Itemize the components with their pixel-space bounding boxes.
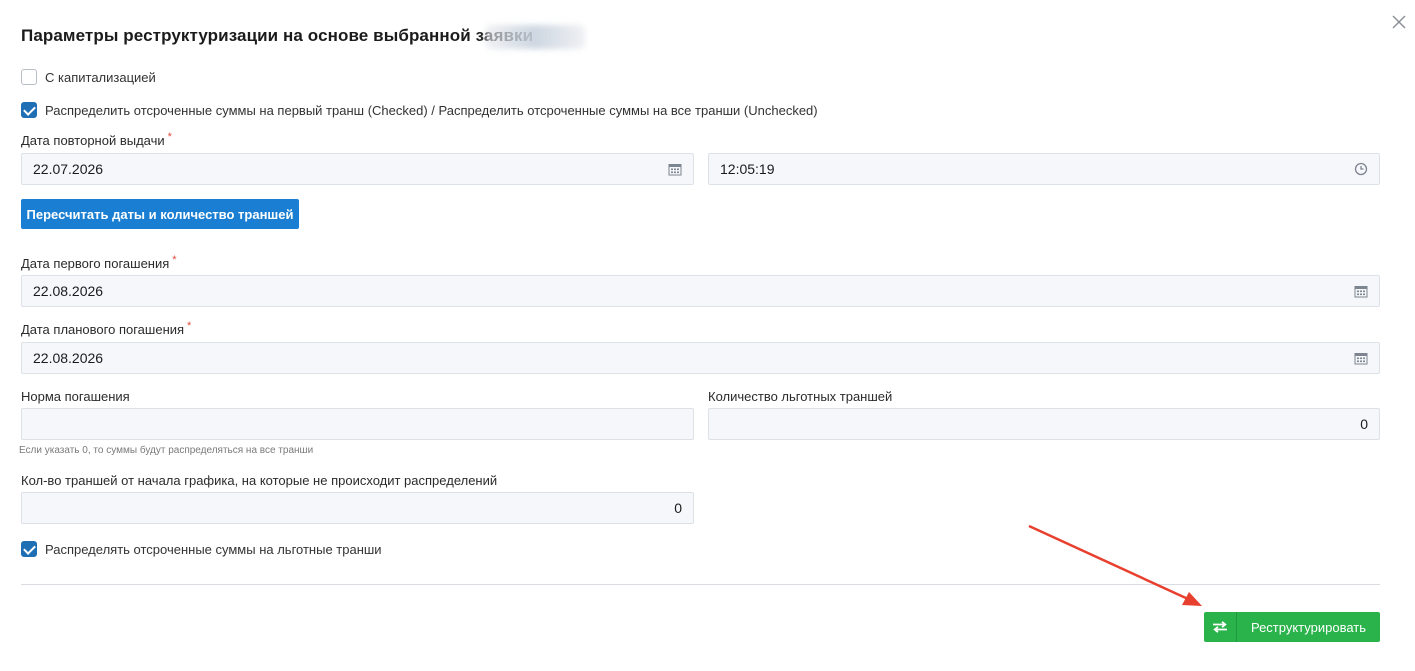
planned-payment-date-value: 22.08.2026 xyxy=(33,350,104,366)
calendar-icon[interactable] xyxy=(1354,351,1368,365)
planned-payment-label: Дата планового погашения * xyxy=(21,320,192,337)
first-payment-date-value: 22.08.2026 xyxy=(33,283,104,299)
reissue-date-label: Дата повторной выдачи * xyxy=(21,131,172,148)
repayment-rate-input[interactable] xyxy=(21,408,694,440)
redacted-application-id xyxy=(485,25,585,49)
repayment-rate-hint: Если указать 0, то суммы будут распредел… xyxy=(19,445,314,456)
dialog-title: Параметры реструктуризации на основе выб… xyxy=(21,26,534,45)
first-payment-label: Дата первого погашения * xyxy=(21,254,177,271)
grace-tranches-value: 0 xyxy=(1360,416,1368,432)
distribute-grace-checkbox-row[interactable]: Распределять отсроченные суммы на льготн… xyxy=(21,541,382,557)
reissue-time-input[interactable]: 12:05:19 xyxy=(708,153,1380,185)
reissue-date-value: 22.07.2026 xyxy=(33,161,104,177)
calendar-icon[interactable] xyxy=(1354,284,1368,298)
required-mark: * xyxy=(187,320,192,332)
reissue-time-value: 12:05:19 xyxy=(720,161,775,177)
distribute-first-checkbox[interactable] xyxy=(21,102,37,118)
close-icon[interactable] xyxy=(1390,13,1408,31)
repayment-rate-label: Норма погашения xyxy=(21,389,130,404)
distribute-first-label: Распределить отсроченные суммы на первый… xyxy=(45,102,818,118)
required-mark: * xyxy=(167,131,172,143)
planned-payment-label-text: Дата планового погашения xyxy=(21,322,185,337)
skip-tranches-value: 0 xyxy=(674,500,682,516)
restructure-button-label: Реструктурировать xyxy=(1250,619,1367,635)
restructure-dialog: Параметры реструктуризации на основе выб… xyxy=(0,0,1415,671)
calendar-icon[interactable] xyxy=(668,162,682,176)
capitalization-label: С капитализацией xyxy=(45,69,156,85)
restructure-button[interactable]: Реструктурировать xyxy=(1204,612,1380,642)
capitalization-checkbox-row[interactable]: С капитализацией xyxy=(21,69,156,85)
distribute-grace-checkbox[interactable] xyxy=(21,541,37,557)
distribute-grace-label: Распределять отсроченные суммы на льготн… xyxy=(45,541,382,557)
reissue-date-label-text: Дата повторной выдачи xyxy=(21,133,165,148)
required-mark: * xyxy=(172,254,177,266)
footer-divider xyxy=(21,584,1380,585)
skip-tranches-label: Кол-во траншей от начала графика, на кот… xyxy=(21,473,498,488)
reissue-date-input[interactable]: 22.07.2026 xyxy=(21,153,694,185)
recalculate-button[interactable]: Пересчитать даты и количество траншей xyxy=(21,199,299,229)
swap-arrows-icon xyxy=(1204,612,1237,642)
grace-tranches-label: Количество льготных траншей xyxy=(708,389,893,404)
clock-icon[interactable] xyxy=(1354,162,1368,176)
first-payment-date-input[interactable]: 22.08.2026 xyxy=(21,275,1380,307)
grace-tranches-input[interactable]: 0 xyxy=(708,408,1380,440)
first-payment-label-text: Дата первого погашения xyxy=(21,256,170,271)
annotation-arrow xyxy=(1028,524,1202,606)
skip-tranches-input[interactable]: 0 xyxy=(21,492,694,524)
capitalization-checkbox[interactable] xyxy=(21,69,37,85)
planned-payment-date-input[interactable]: 22.08.2026 xyxy=(21,342,1380,374)
distribute-first-checkbox-row[interactable]: Распределить отсроченные суммы на первый… xyxy=(21,102,818,118)
